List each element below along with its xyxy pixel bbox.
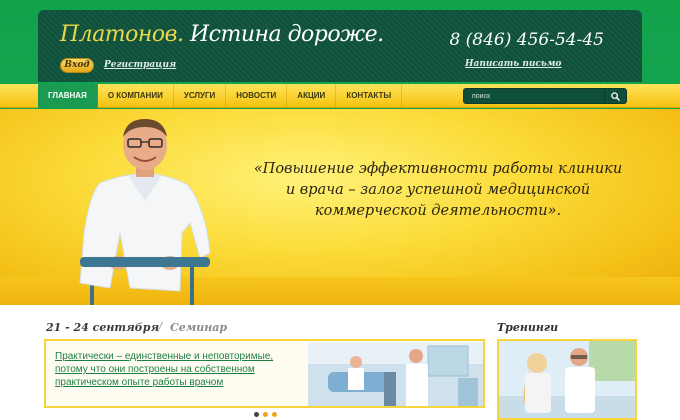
doctor-photo xyxy=(79,119,211,305)
event-separator: / xyxy=(158,320,163,334)
write-letter-link[interactable]: Написать письмо xyxy=(465,59,561,69)
search-input[interactable] xyxy=(464,89,604,103)
nav-item-promotions[interactable]: АКЦИИ xyxy=(287,84,337,108)
logo-tagline: Истина дороже. xyxy=(189,22,384,47)
slider-dots xyxy=(254,412,277,417)
login-button[interactable]: Вход xyxy=(60,58,94,73)
search-button[interactable] xyxy=(604,89,626,103)
nav-item-contacts[interactable]: КОНТАКТЫ xyxy=(336,84,403,108)
slider-dot[interactable] xyxy=(263,412,268,417)
event-description-link[interactable]: Практически – единственные и неповторимы… xyxy=(55,350,307,389)
logo-name: Платонов. xyxy=(60,22,184,47)
event-type: Семинар xyxy=(170,321,228,334)
nav-items: ГЛАВНАЯ О КОМПАНИИ УСЛУГИ НОВОСТИ АКЦИИ … xyxy=(38,84,403,108)
nav-item-news[interactable]: НОВОСТИ xyxy=(226,84,288,108)
nav-item-home[interactable]: ГЛАВНАЯ xyxy=(38,84,98,108)
site-header: Платонов. Истина дороже. Вход Регистраци… xyxy=(38,10,642,82)
nav-item-services[interactable]: УСЛУГИ xyxy=(174,84,227,108)
slider-dot[interactable] xyxy=(254,412,259,417)
register-link[interactable]: Регистрация xyxy=(104,60,176,70)
event-card: Практически – единственные и неповторимы… xyxy=(44,339,485,408)
nav-item-about[interactable]: О КОМПАНИИ xyxy=(98,84,174,108)
hero-banner: «Повышение эффективности работы клиники … xyxy=(0,109,680,305)
trainings-title[interactable]: Тренинги xyxy=(497,321,558,334)
main-nav: ГЛАВНАЯ О КОМПАНИИ УСЛУГИ НОВОСТИ АКЦИИ … xyxy=(0,84,680,108)
trainings-card[interactable] xyxy=(497,339,637,420)
slider-dot[interactable] xyxy=(272,412,277,417)
site-logo[interactable]: Платонов. Истина дороже. xyxy=(60,22,384,47)
phone-number: 8 (846) 456-54-45 xyxy=(449,30,604,50)
banner-quote: «Повышение эффективности работы клиники … xyxy=(253,161,623,219)
clinic-photo xyxy=(308,342,483,406)
search-icon xyxy=(611,91,620,101)
content-section: 21 - 24 сентября / Семинар Практически –… xyxy=(0,305,680,420)
search-box xyxy=(463,88,627,104)
event-date: 21 - 24 сентября xyxy=(46,321,160,334)
trainings-photo xyxy=(499,341,635,418)
